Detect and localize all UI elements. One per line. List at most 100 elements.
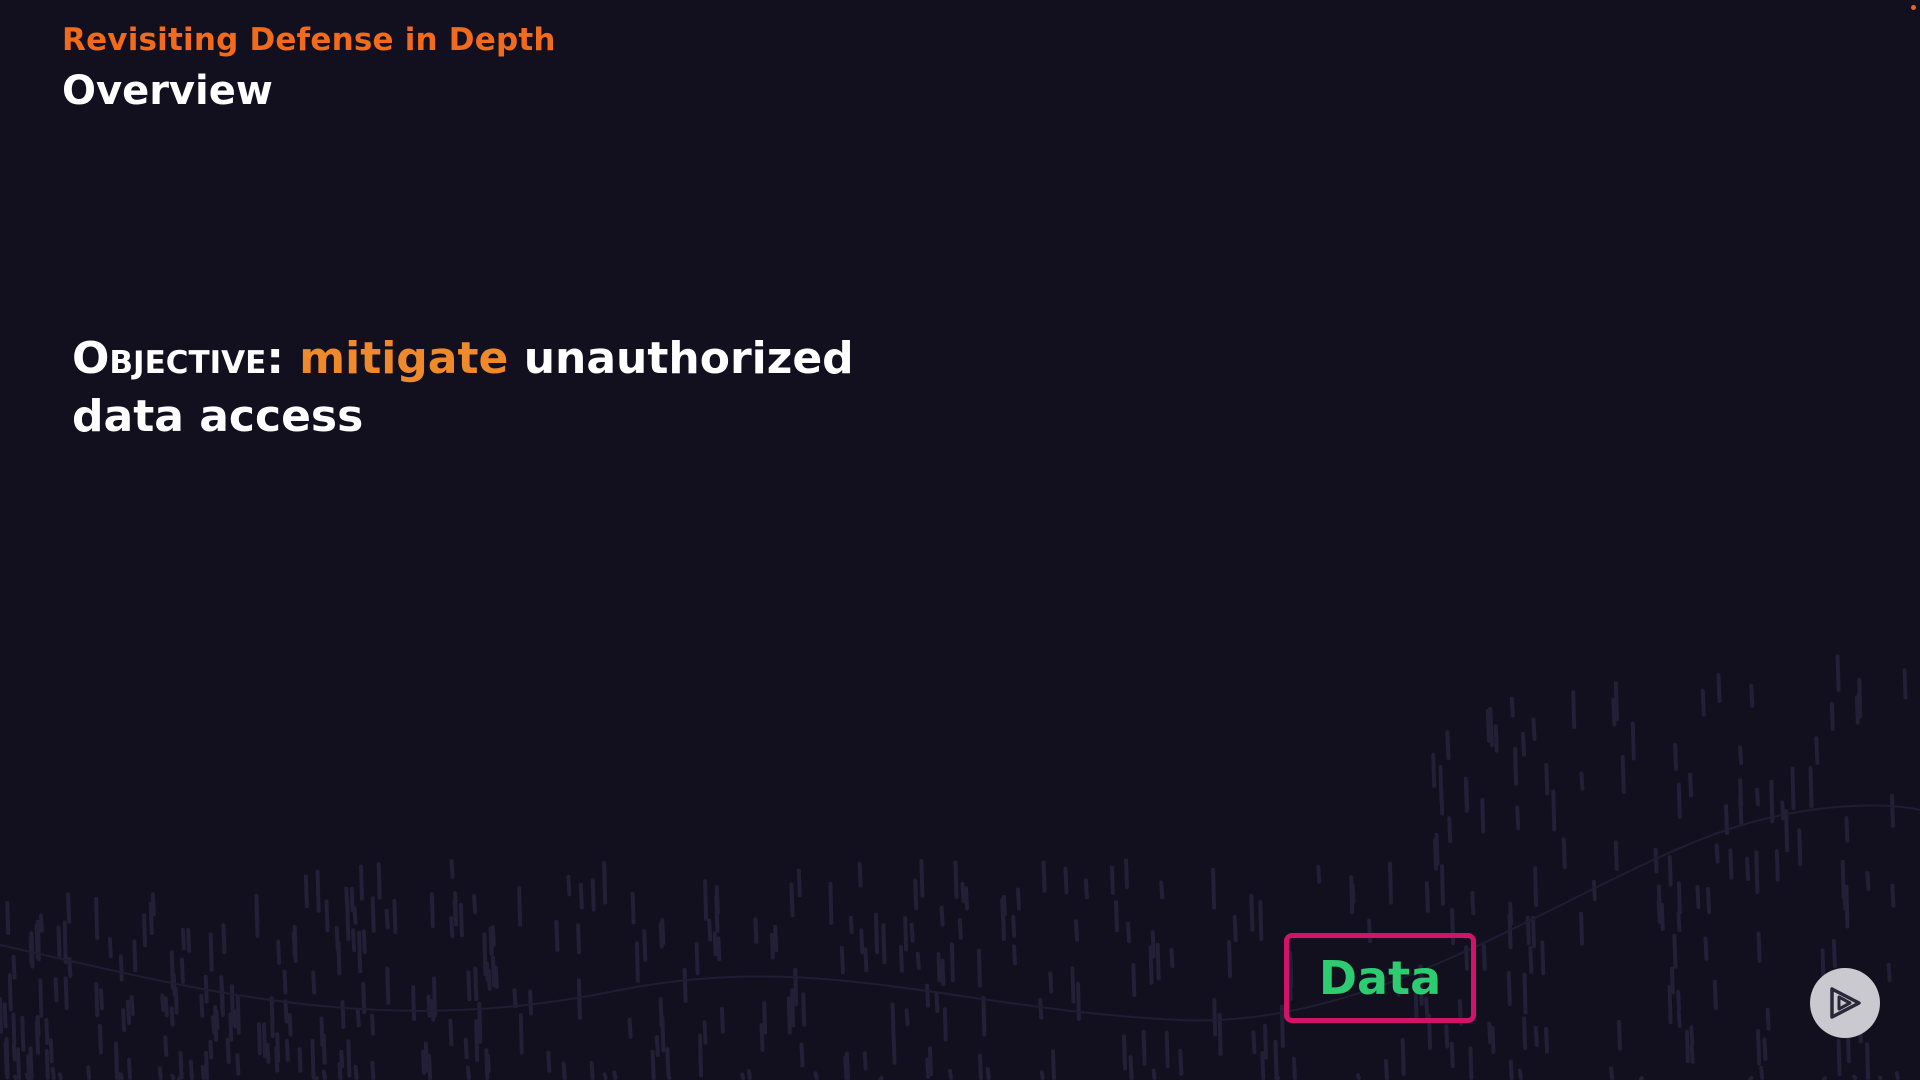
background-tick bbox=[512, 988, 518, 1009]
background-tick bbox=[1508, 901, 1514, 926]
background-tick bbox=[915, 951, 921, 970]
background-tick bbox=[179, 957, 185, 984]
background-tick bbox=[1620, 754, 1626, 794]
background-tick bbox=[1728, 848, 1734, 880]
background-tick bbox=[1251, 1030, 1257, 1055]
background-tick bbox=[315, 869, 321, 913]
background-tick bbox=[370, 1013, 375, 1036]
background-tick bbox=[493, 965, 499, 989]
background-tick bbox=[169, 1006, 175, 1027]
background-tick bbox=[1688, 772, 1694, 798]
background-tick bbox=[589, 1060, 595, 1080]
background-tick bbox=[1493, 724, 1499, 753]
background-tick bbox=[1571, 690, 1577, 729]
background-tick bbox=[1531, 915, 1536, 949]
background-tick bbox=[235, 1053, 241, 1076]
background-tick bbox=[859, 928, 865, 955]
play-button[interactable] bbox=[1810, 968, 1880, 1038]
background-tick bbox=[1063, 866, 1069, 895]
background-tick bbox=[1521, 731, 1526, 757]
background-tick bbox=[127, 1057, 132, 1080]
background-tick bbox=[1114, 900, 1119, 933]
background-tick bbox=[934, 991, 940, 1014]
background-tick bbox=[11, 1012, 17, 1046]
background-tick bbox=[658, 997, 664, 1028]
background-tick bbox=[1508, 1059, 1514, 1080]
background-tick bbox=[199, 994, 205, 1018]
background-tick bbox=[449, 859, 455, 879]
background-tick bbox=[1148, 945, 1154, 985]
objective-label: Objective: bbox=[72, 333, 284, 384]
background-tick bbox=[517, 886, 523, 927]
background-tick bbox=[321, 1069, 327, 1080]
background-tick bbox=[142, 913, 147, 948]
background-tick bbox=[985, 1067, 991, 1080]
background-tick bbox=[24, 1072, 30, 1080]
background-tick bbox=[746, 1069, 752, 1080]
background-tick bbox=[1447, 816, 1453, 844]
background-tick bbox=[1159, 880, 1165, 900]
background-tick bbox=[698, 1033, 703, 1078]
background-tick bbox=[790, 988, 796, 1028]
background-tick bbox=[126, 999, 131, 1025]
background-tick bbox=[903, 916, 909, 952]
background-tick bbox=[554, 919, 560, 952]
background-tick bbox=[118, 1072, 124, 1080]
background-tick bbox=[878, 1076, 884, 1080]
background-tick bbox=[1083, 878, 1089, 900]
background-tick bbox=[1400, 1037, 1406, 1076]
background-tick bbox=[129, 995, 135, 1017]
background-tick bbox=[86, 1065, 92, 1080]
background-tick bbox=[1814, 736, 1820, 765]
background-tick bbox=[801, 992, 807, 1027]
background-tick bbox=[465, 1065, 471, 1080]
background-tick bbox=[1227, 940, 1233, 979]
background-tick bbox=[484, 1048, 490, 1080]
background-tick bbox=[786, 996, 792, 1035]
background-tick bbox=[1434, 832, 1440, 866]
background-tick bbox=[1126, 921, 1131, 944]
background-tick bbox=[939, 905, 945, 927]
background-tick bbox=[44, 1017, 50, 1045]
background-tick bbox=[491, 955, 496, 988]
background-tick bbox=[1659, 902, 1665, 931]
background-tick bbox=[1695, 885, 1701, 910]
background-tick bbox=[948, 1068, 953, 1080]
background-tick bbox=[1048, 971, 1054, 994]
background-tick bbox=[1749, 683, 1755, 708]
background-tick bbox=[232, 1009, 238, 1029]
background-tick bbox=[1150, 930, 1156, 959]
background-tick bbox=[411, 985, 417, 1021]
background-tick bbox=[602, 861, 608, 905]
background-tick bbox=[421, 1049, 426, 1075]
background-tick bbox=[132, 939, 138, 973]
background-tick bbox=[57, 1072, 63, 1080]
background-tick bbox=[345, 899, 351, 942]
background-tick bbox=[474, 1019, 480, 1062]
background-tick bbox=[1468, 1046, 1474, 1080]
background-tick bbox=[1759, 1065, 1765, 1080]
background-tick bbox=[287, 1013, 293, 1037]
background-tick bbox=[719, 1006, 725, 1034]
background-tick bbox=[1689, 1044, 1695, 1064]
objective-statement: Objective: mitigate unauthorized data ac… bbox=[72, 330, 892, 446]
background-tick bbox=[1263, 1023, 1268, 1060]
background-tick bbox=[1689, 1025, 1695, 1046]
background-tick bbox=[1141, 1030, 1147, 1066]
background-tick bbox=[392, 898, 398, 934]
background-tick bbox=[1756, 1029, 1762, 1066]
background-tick bbox=[1258, 900, 1264, 941]
background-tick bbox=[1790, 766, 1796, 811]
background-tick bbox=[925, 1057, 931, 1079]
background-tick bbox=[1449, 1041, 1455, 1069]
background-tick bbox=[66, 892, 72, 924]
background-tick bbox=[121, 1008, 127, 1032]
background-tick bbox=[339, 1049, 345, 1069]
background-tick bbox=[12, 1074, 18, 1080]
background-tick bbox=[1490, 1026, 1496, 1054]
background-tick bbox=[769, 932, 775, 960]
background-tick bbox=[546, 1050, 552, 1073]
background-tick bbox=[1291, 1056, 1297, 1080]
background-tick bbox=[282, 969, 288, 995]
background-tick bbox=[1797, 828, 1803, 867]
